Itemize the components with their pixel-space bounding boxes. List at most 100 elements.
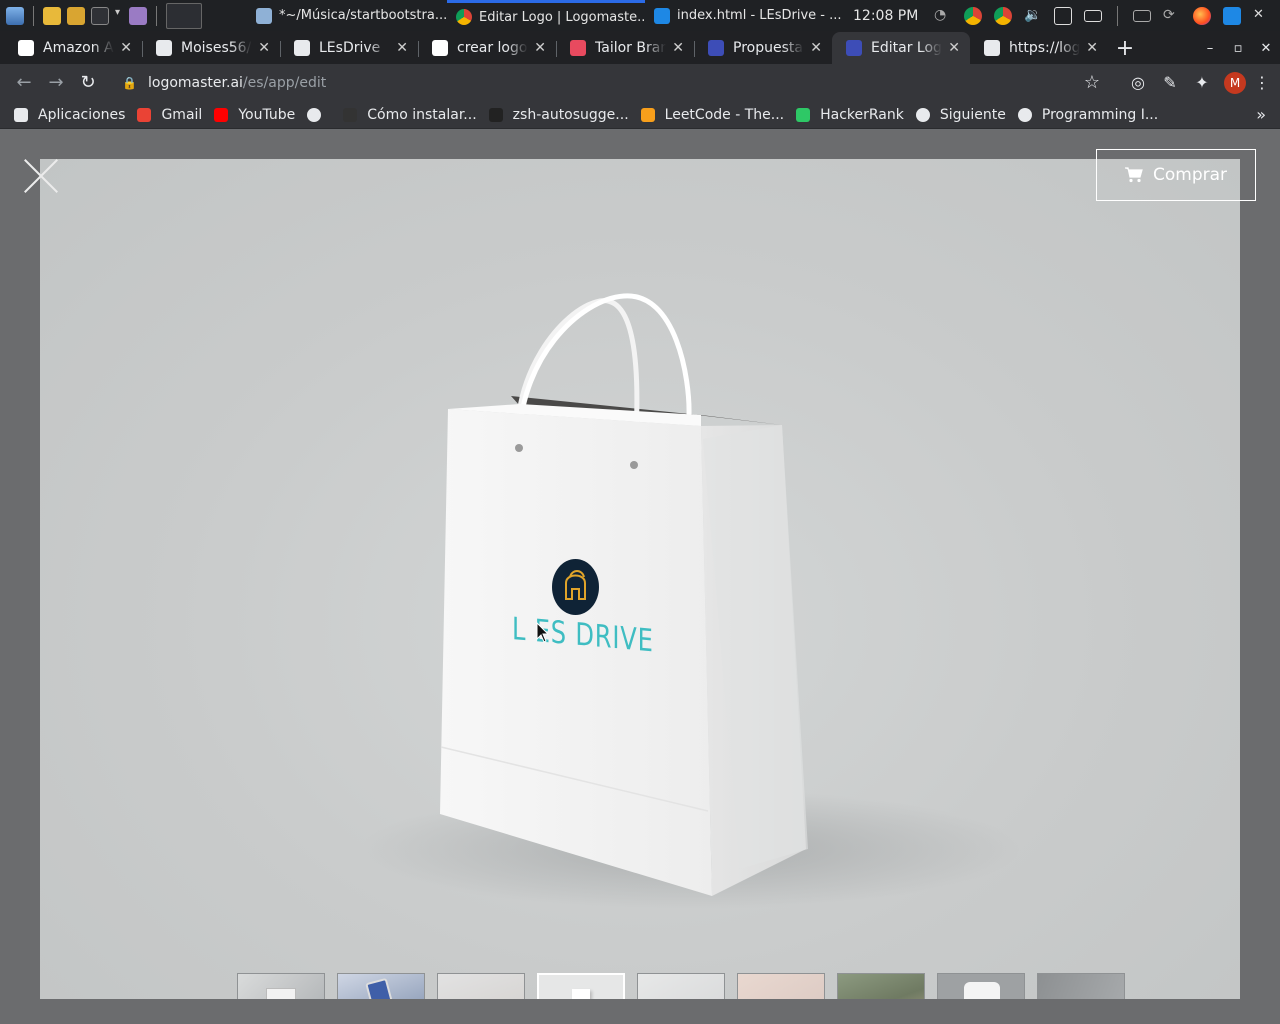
- bookmark-star-icon[interactable]: ☆: [1084, 72, 1100, 93]
- gmail-icon: [137, 107, 152, 122]
- browser-tab[interactable]: https://log ✕: [970, 32, 1108, 64]
- thumbnail-hand-card[interactable]: [437, 973, 525, 999]
- bookmark-item[interactable]: HackerRank: [792, 107, 912, 123]
- shopping-bag-thumb-icon: [572, 989, 590, 999]
- address-bar[interactable]: 🔒 logomaster.ai/es/app/edit ☆: [112, 68, 1110, 98]
- forward-button[interactable]: →: [40, 67, 72, 99]
- profile-avatar[interactable]: M: [1224, 71, 1246, 94]
- thumbnail-sign[interactable]: [237, 973, 325, 999]
- taskbar-window-chrome[interactable]: Editar Logo | Logomaste...: [447, 0, 645, 31]
- tab-close-icon[interactable]: ✕: [396, 40, 408, 56]
- files-icon[interactable]: [43, 6, 61, 25]
- handle-knot: [515, 444, 523, 452]
- bookmark-item[interactable]: Cómo instalar...: [339, 107, 484, 123]
- tab-close-icon[interactable]: ✕: [810, 40, 822, 56]
- tab-close-icon[interactable]: ✕: [534, 40, 546, 56]
- globe-icon: [1017, 107, 1032, 122]
- github-icon: [156, 40, 172, 56]
- text-editor-icon: [256, 7, 272, 24]
- thumbnail-shopping-bag[interactable]: [537, 973, 625, 999]
- browser-tab[interactable]: crear logos ✕: [418, 32, 556, 64]
- clock[interactable]: 12:08 PM: [853, 8, 918, 24]
- browser-tab[interactable]: Tailor Bran ✕: [556, 32, 694, 64]
- mockup-stage: L ES DRIVE: [40, 159, 1240, 999]
- tab-close-icon[interactable]: ✕: [1086, 40, 1098, 56]
- taskbar-window-editor[interactable]: *~/Música/startbootstra...: [247, 0, 447, 31]
- bookmark-item[interactable]: LeetCode - The...: [637, 107, 792, 123]
- helmet-icon: [565, 570, 586, 600]
- close-modal-icon[interactable]: [24, 159, 58, 193]
- tab-close-icon[interactable]: ✕: [258, 40, 270, 56]
- notes-icon[interactable]: [1054, 6, 1072, 25]
- bookmark-item[interactable]: Siguiente: [912, 107, 1014, 123]
- tab-close-icon[interactable]: ✕: [948, 40, 960, 56]
- lock-icon[interactable]: 🔒: [122, 76, 137, 90]
- close-window-icon[interactable]: ✕: [1252, 41, 1280, 56]
- buy-button-label: Comprar: [1152, 165, 1228, 185]
- thumbnail-phone[interactable]: [337, 973, 425, 999]
- bookmark-label: Cómo instalar...: [367, 106, 477, 123]
- globe-icon: [915, 107, 930, 122]
- close-icon[interactable]: ✕: [1253, 7, 1271, 25]
- window-controls: – ▫ ✕: [1196, 32, 1280, 64]
- maximize-icon[interactable]: ▫: [1224, 41, 1252, 56]
- thumbnail-storefront[interactable]: [837, 973, 925, 999]
- new-tab-button[interactable]: +: [1108, 32, 1142, 64]
- tab-title: Moises56/L: [181, 40, 253, 56]
- bookmark-label: LeetCode - The...: [664, 106, 785, 123]
- taskbar-window-title: Editar Logo | Logomaste...: [479, 9, 645, 25]
- battery-icon[interactable]: [1084, 9, 1102, 22]
- chrome-icon: [456, 9, 472, 25]
- chrome-icon[interactable]: [964, 6, 982, 25]
- bookmark-item[interactable]: Programming I...: [1014, 107, 1166, 123]
- media-icon[interactable]: [129, 6, 147, 25]
- firefox-icon[interactable]: [1193, 6, 1211, 25]
- thumbnail-stationery[interactable]: [737, 973, 825, 999]
- chrome-icon[interactable]: [166, 2, 202, 29]
- browser-tab[interactable]: Amazon Ap ✕: [4, 32, 142, 64]
- extensions-puzzle-icon[interactable]: ✦: [1186, 67, 1218, 99]
- google-icon: [432, 40, 448, 56]
- thumbnail-t-shirt[interactable]: [937, 973, 1025, 999]
- folder-icon[interactable]: [67, 6, 85, 25]
- bookmark-item[interactable]: YouTube: [210, 107, 303, 123]
- bookmark-item[interactable]: zsh-autosugge...: [485, 107, 637, 123]
- wifi-icon[interactable]: ◔: [934, 7, 952, 25]
- browser-tab[interactable]: LEsDrive ✕: [280, 32, 418, 64]
- extension-owl-icon[interactable]: ◎: [1122, 67, 1154, 99]
- bookmark-item[interactable]: [303, 107, 339, 122]
- reload-button[interactable]: ↻: [72, 67, 104, 99]
- browser-toolbar: ← → ↻ 🔒 logomaster.ai/es/app/edit ☆ ◎ ✎ …: [0, 64, 1280, 101]
- bookmarks-overflow-icon[interactable]: »: [1256, 105, 1266, 124]
- buy-button[interactable]: Comprar: [1096, 149, 1256, 201]
- browser-tab[interactable]: Propuestas ✕: [694, 32, 832, 64]
- back-button[interactable]: ←: [8, 67, 40, 99]
- browser-tab[interactable]: Editar Logo ✕: [832, 32, 970, 64]
- taskbar-window-vscode[interactable]: index.html - LEsDrive - ...: [645, 0, 845, 31]
- taskbar-separator: [33, 5, 34, 26]
- chevron-down-icon[interactable]: ▾: [115, 7, 123, 25]
- desktop-icon[interactable]: [6, 6, 24, 25]
- minimize-icon[interactable]: –: [1196, 41, 1224, 56]
- chrome-icon[interactable]: [994, 6, 1012, 25]
- globe-icon: [307, 107, 322, 122]
- extension-pen-icon[interactable]: ✎: [1154, 67, 1186, 99]
- bookmark-item[interactable]: Gmail: [133, 107, 210, 123]
- volume-icon[interactable]: 🔉: [1024, 7, 1042, 25]
- bookmark-label: Programming I...: [1041, 106, 1159, 123]
- bookmark-item[interactable]: Aplicaciones: [10, 107, 133, 123]
- refresh-icon[interactable]: ⟳: [1163, 7, 1181, 25]
- menu-kebab-icon[interactable]: ⋮: [1252, 67, 1272, 99]
- vscode-icon[interactable]: [1223, 6, 1241, 25]
- screen-icon[interactable]: [1133, 9, 1151, 22]
- thumbnail-wall[interactable]: [1037, 973, 1125, 999]
- hexagon-icon: [343, 107, 358, 122]
- tab-close-icon[interactable]: ✕: [120, 40, 132, 56]
- tab-close-icon[interactable]: ✕: [672, 40, 684, 56]
- tab-title: https://log: [1009, 40, 1081, 56]
- thumbnail-business-cards[interactable]: [637, 973, 725, 999]
- browser-tab[interactable]: Moises56/L ✕: [142, 32, 280, 64]
- terminal-icon[interactable]: [91, 6, 109, 25]
- bookmark-label: zsh-autosugge...: [512, 106, 629, 123]
- amazon-icon: [18, 40, 34, 56]
